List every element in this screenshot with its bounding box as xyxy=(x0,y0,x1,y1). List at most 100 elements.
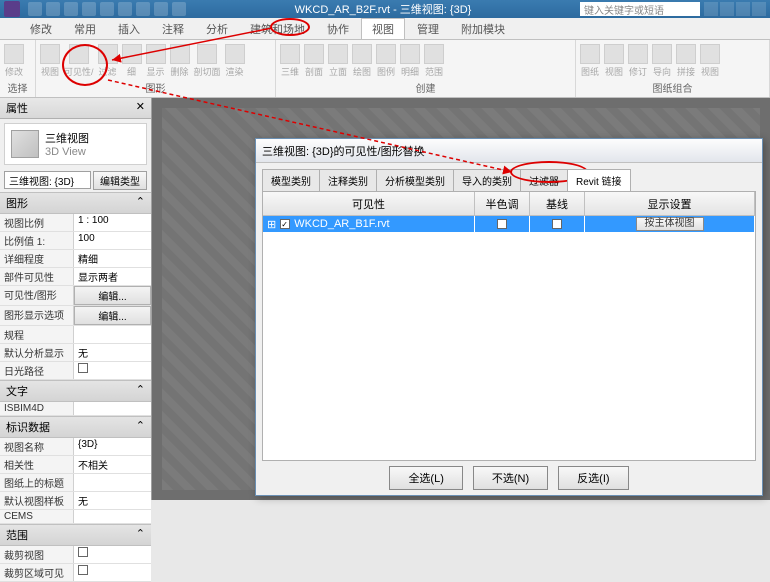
ribbon-sheet[interactable]: 图纸 xyxy=(580,44,600,78)
qat-text-icon[interactable] xyxy=(154,2,168,16)
view-sub: 3D View xyxy=(45,146,89,158)
view-selector[interactable]: 三维视图: {3D} xyxy=(4,171,91,189)
display-settings-button[interactable]: 按主体视图 xyxy=(636,217,704,231)
ribbon-group-graphics: 图形 xyxy=(40,80,271,95)
col-display[interactable]: 显示设置 xyxy=(585,192,755,215)
ribbon-guide[interactable]: 导向 xyxy=(652,44,672,78)
prop-sunpath[interactable] xyxy=(74,362,151,379)
qat-save-icon[interactable] xyxy=(46,2,60,16)
tab-insert[interactable]: 插入 xyxy=(108,19,150,39)
visibility-graphics-dialog: 三维视图: {3D}的可见性/图形替换 模型类别 注释类别 分析模型类别 导入的… xyxy=(255,138,763,496)
ribbon-3d[interactable]: 三维 xyxy=(280,44,300,78)
qat-print-icon[interactable] xyxy=(100,2,114,16)
select-all-button[interactable]: 全选(L) xyxy=(389,466,462,490)
search-input[interactable]: 键入关键字或短语 xyxy=(580,2,700,16)
ribbon-viewref[interactable]: 视图 xyxy=(700,44,720,78)
close-icon[interactable] xyxy=(752,2,766,16)
tab-modify[interactable]: 修改 xyxy=(20,19,62,39)
ribbon-view2[interactable]: 视图 xyxy=(604,44,624,78)
ribbon-group-sheet: 图纸组合 xyxy=(580,80,765,95)
link-visibility-checkbox[interactable] xyxy=(280,219,290,229)
tab-analytical[interactable]: 分析模型类别 xyxy=(376,169,454,191)
prop-visgfx-button[interactable]: 编辑... xyxy=(74,286,151,305)
link-row[interactable]: ⊞ WKCD_AR_B1F.rvt 按主体视图 xyxy=(263,216,755,232)
section-text[interactable]: 文字 xyxy=(6,383,28,399)
ribbon-schedule[interactable]: 明细 xyxy=(400,44,420,78)
underlay-checkbox[interactable] xyxy=(552,219,562,229)
minimize-icon[interactable] xyxy=(720,2,734,16)
ribbon-render[interactable]: 渲染 xyxy=(225,44,245,78)
tab-imported[interactable]: 导入的类别 xyxy=(453,169,521,191)
section-id[interactable]: 标识数据 xyxy=(6,419,50,435)
prop-isbim[interactable] xyxy=(74,402,151,415)
ribbon-scope[interactable]: 范围 xyxy=(424,44,444,78)
tab-collab[interactable]: 协作 xyxy=(317,19,359,39)
tab-annotate[interactable]: 注释 xyxy=(152,19,194,39)
tab-addins[interactable]: 附加模块 xyxy=(451,19,515,39)
tab-view[interactable]: 视图 xyxy=(361,18,405,39)
prop-crop[interactable] xyxy=(74,546,151,563)
view-type-card[interactable]: 三维视图 3D View xyxy=(4,123,147,165)
tab-model-cat[interactable]: 模型类别 xyxy=(262,169,320,191)
ribbon-modify[interactable]: 修改 xyxy=(4,44,24,78)
tab-home[interactable]: 常用 xyxy=(64,19,106,39)
title-bar: WKCD_AR_B2F.rvt - 三维视图: {3D} 键入关键字或短语 xyxy=(0,0,770,18)
prop-analysis[interactable]: 无 xyxy=(74,344,151,361)
tab-massing[interactable]: 建筑和场地 xyxy=(240,19,315,39)
ribbon-revision[interactable]: 修订 xyxy=(628,44,648,78)
expand-icon[interactable]: ⊞ xyxy=(267,218,276,231)
edit-type-button[interactable]: 编辑类型 xyxy=(93,171,147,190)
halftone-checkbox[interactable] xyxy=(497,219,507,229)
tab-filters[interactable]: 过滤器 xyxy=(520,169,568,191)
section-scope[interactable]: 范围 xyxy=(6,527,28,543)
tab-revit-links[interactable]: Revit 链接 xyxy=(567,169,631,191)
help-icon[interactable] xyxy=(704,2,718,16)
ribbon-cut-profile[interactable]: 剖切面 xyxy=(194,44,221,78)
app-icon[interactable] xyxy=(4,1,20,17)
ribbon-section[interactable]: 剖面 xyxy=(304,44,324,78)
ribbon-legend[interactable]: 图例 xyxy=(376,44,396,78)
tab-annot-cat[interactable]: 注释类别 xyxy=(319,169,377,191)
qat-redo-icon[interactable] xyxy=(82,2,96,16)
prop-detail[interactable]: 精细 xyxy=(74,250,151,267)
prop-template[interactable]: 无 xyxy=(74,492,151,509)
ribbon-group-select: 选择 xyxy=(4,80,31,95)
ribbon-match[interactable]: 拼接 xyxy=(676,44,696,78)
ribbon-visibility-graphics[interactable]: 可见性/ xyxy=(64,44,94,78)
maximize-icon[interactable] xyxy=(736,2,750,16)
ribbon-elevation[interactable]: 立面 xyxy=(328,44,348,78)
prop-dep[interactable]: 不相关 xyxy=(74,456,151,473)
qat-3d-icon[interactable] xyxy=(172,2,186,16)
link-filename: WKCD_AR_B1F.rvt xyxy=(294,218,389,230)
invert-button[interactable]: 反选(I) xyxy=(558,466,628,490)
prop-scaleval[interactable]: 100 xyxy=(74,232,151,249)
tab-analyze[interactable]: 分析 xyxy=(196,19,238,39)
ribbon-filters[interactable]: 过滤 xyxy=(98,44,118,78)
prop-scale[interactable]: 1 : 100 xyxy=(74,214,151,231)
panel-close-icon[interactable]: ✕ xyxy=(136,100,145,116)
prop-vname[interactable]: {3D} xyxy=(74,438,151,455)
col-halftone[interactable]: 半色调 xyxy=(475,192,530,215)
section-graphics[interactable]: 图形 xyxy=(6,195,28,211)
ribbon: 修改 选择 视图 可见性/ 过滤 细 显示 删除 剖切面 渲染 图形 三维 剖面… xyxy=(0,40,770,98)
ribbon-show[interactable]: 显示 xyxy=(146,44,166,78)
qat-open-icon[interactable] xyxy=(28,2,42,16)
ribbon-view-templates[interactable]: 视图 xyxy=(40,44,60,78)
col-visibility[interactable]: 可见性 xyxy=(263,192,475,215)
prop-sheettitle[interactable] xyxy=(74,474,151,491)
select-none-button[interactable]: 不选(N) xyxy=(473,466,548,490)
qat-undo-icon[interactable] xyxy=(64,2,78,16)
qat-sync-icon[interactable] xyxy=(118,2,132,16)
qat-dim-icon[interactable] xyxy=(136,2,150,16)
ribbon-remove[interactable]: 删除 xyxy=(170,44,190,78)
col-underlay[interactable]: 基线 xyxy=(530,192,585,215)
prop-cems[interactable] xyxy=(74,510,151,523)
prop-cropvis[interactable] xyxy=(74,564,151,581)
ribbon-thin-lines[interactable]: 细 xyxy=(122,44,142,78)
ribbon-drafting[interactable]: 绘图 xyxy=(352,44,372,78)
prop-dispopt-button[interactable]: 编辑... xyxy=(74,306,151,325)
prop-partvis[interactable]: 显示两者 xyxy=(74,268,151,285)
prop-discipline[interactable] xyxy=(74,326,151,343)
tab-manage[interactable]: 管理 xyxy=(407,19,449,39)
cube-icon xyxy=(11,130,39,158)
